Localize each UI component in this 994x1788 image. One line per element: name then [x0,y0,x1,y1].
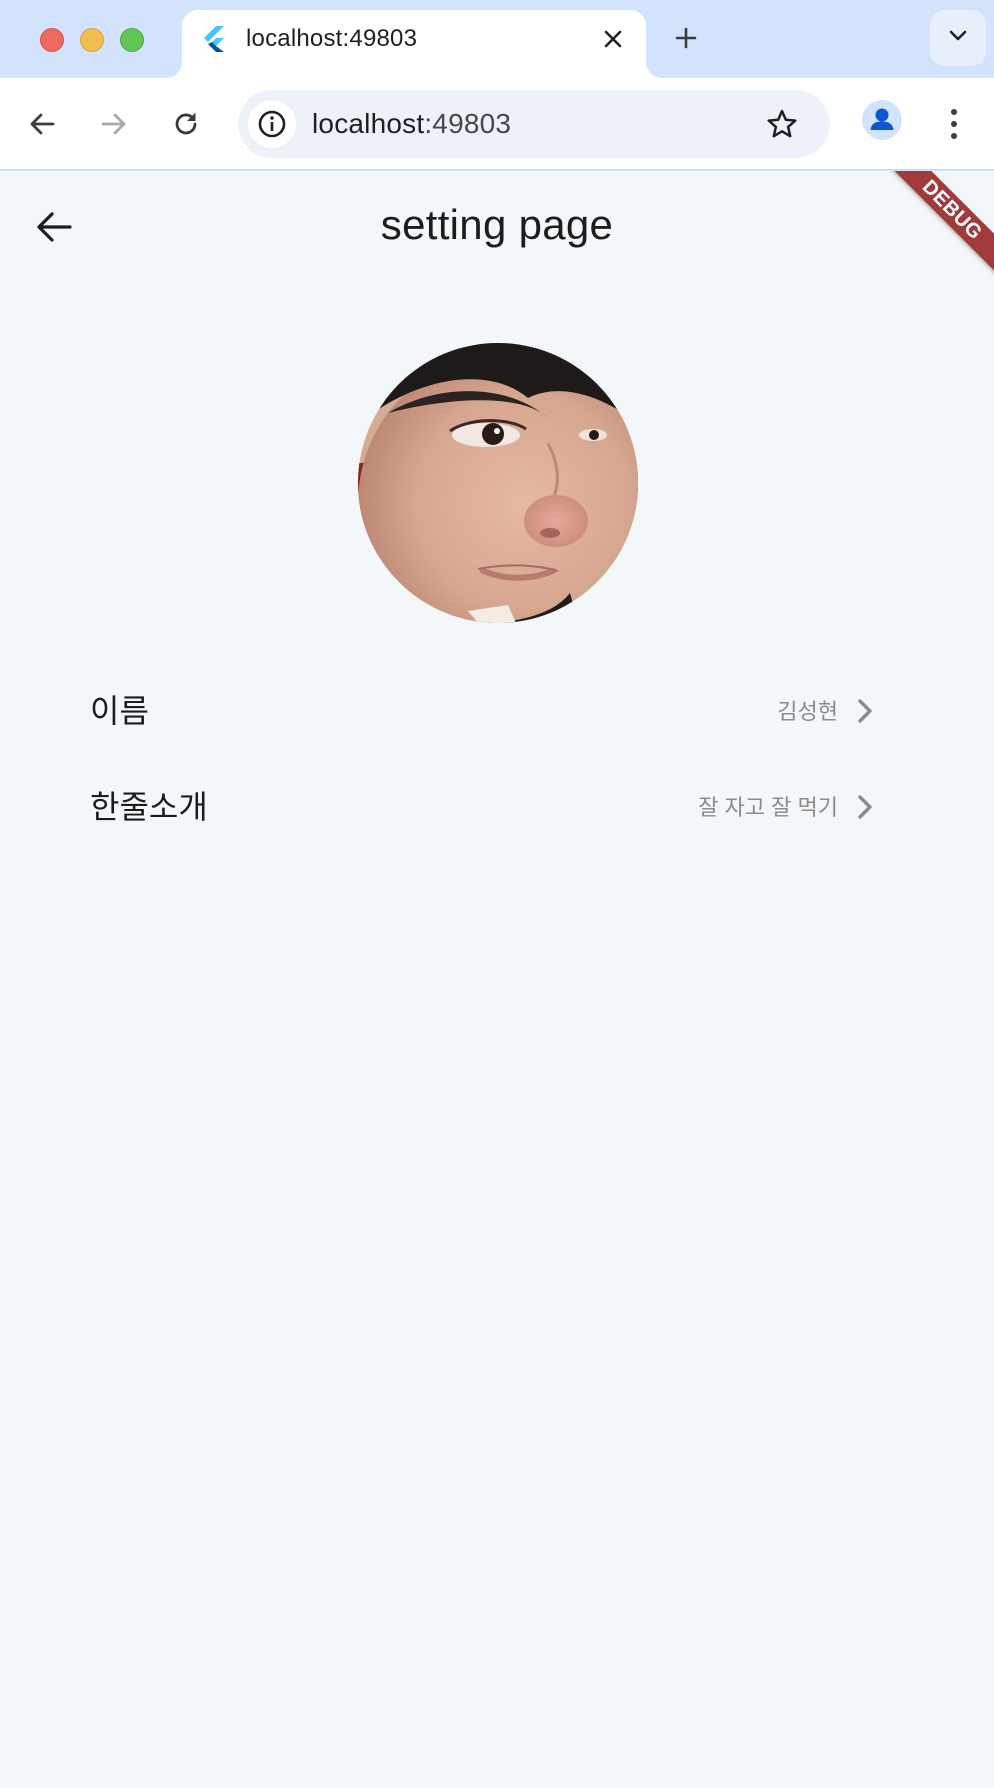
reload-icon[interactable] [164,102,208,146]
chevron-right-icon [850,791,880,823]
plus-icon[interactable] [670,22,702,54]
profile-photo[interactable] [358,343,638,623]
window-maximize-button[interactable] [120,28,144,52]
chevron-down-icon [948,29,968,48]
kebab-menu-icon[interactable] [936,102,972,146]
chevron-right-icon [850,695,880,727]
page-title: setting page [380,201,614,248]
arrow-left-icon[interactable] [20,102,64,146]
setting-row-name[interactable]: 이름 김성현 [90,679,880,739]
url-host: localhost [312,108,425,139]
browser-toolbar: localhost:49803 [0,78,994,170]
info-icon[interactable] [248,100,296,148]
setting-label: 이름 [90,693,149,729]
star-icon[interactable] [762,104,802,144]
flutter-logo-icon [202,26,226,52]
tab-search-button[interactable] [930,10,986,66]
window-minimize-button[interactable] [80,28,104,52]
close-icon[interactable] [598,24,628,54]
browser-tab[interactable]: localhost:49803 [182,10,646,78]
setting-label: 한줄소개 [90,789,208,825]
tab-strip: localhost:49803 [0,0,994,78]
person-icon[interactable] [862,100,902,140]
setting-value: 잘 자고 잘 먹기 [698,795,838,820]
window-close-button[interactable] [40,28,64,52]
url-port: :49803 [424,108,512,139]
page-viewport: setting page DEBUG 이름 김성현 한줄소개 잘 자고 잘 먹기 [0,171,994,1788]
browser-window: localhost:49803 localhost:49803 setting … [0,0,994,1788]
setting-row-intro[interactable]: 한줄소개 잘 자고 잘 먹기 [90,775,880,835]
arrow-right-icon[interactable] [92,102,136,146]
url-text[interactable]: localhost:49803 [312,107,511,141]
address-bar[interactable]: localhost:49803 [238,90,830,158]
tab-title: localhost:49803 [246,25,418,52]
setting-value: 김성현 [777,699,838,724]
